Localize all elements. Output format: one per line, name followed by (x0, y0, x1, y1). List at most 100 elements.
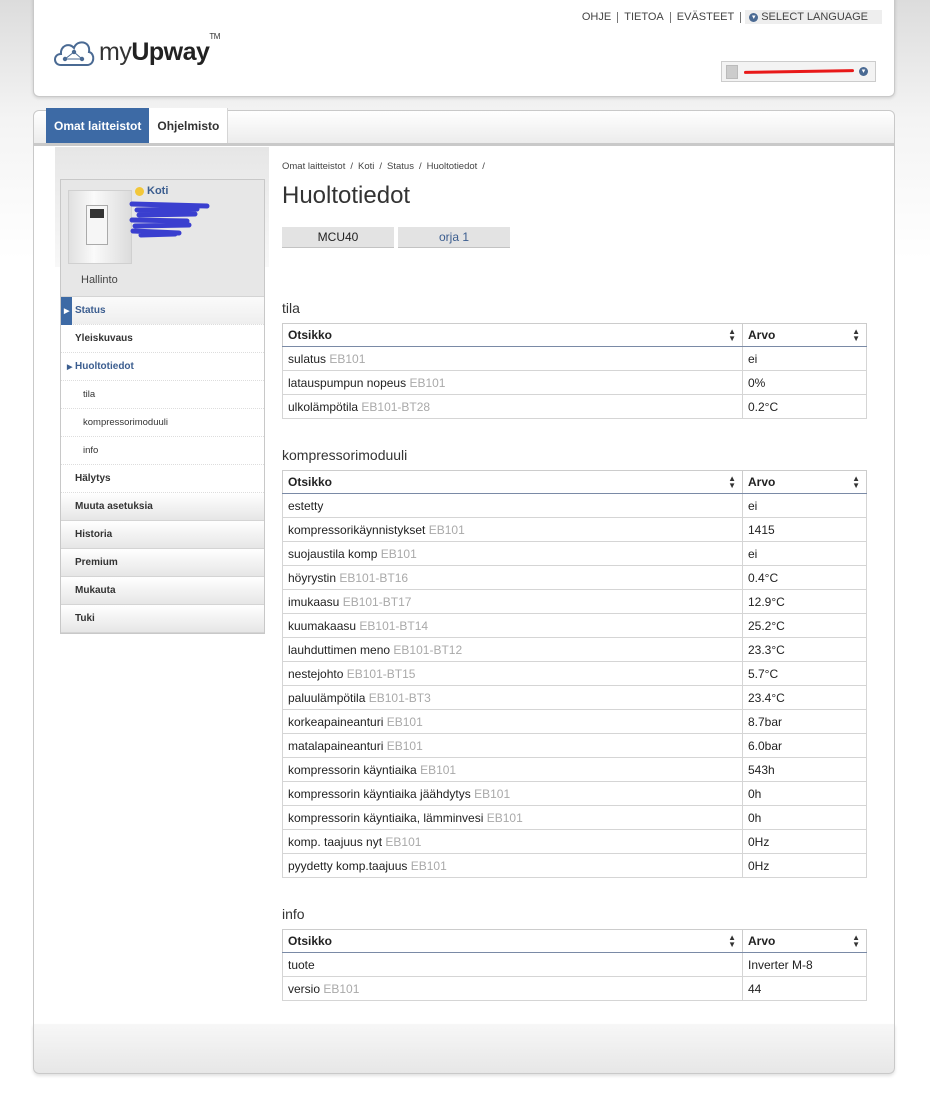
device-card[interactable]: Koti Hallinto (61, 180, 264, 297)
row-title-cell: komp. taajuus nyt EB101 (282, 829, 743, 854)
row-label: lauhduttimen meno (288, 642, 391, 657)
row-tag: EB101-BT17 (342, 594, 412, 609)
table-row: latauspumpun nopeus EB101 0% (282, 370, 867, 395)
tab-software[interactable]: Ohjelmisto (149, 108, 229, 143)
sidebar-item-tila[interactable]: tila (61, 381, 264, 409)
row-label: nestejohto (288, 666, 344, 681)
sidebar-item-service-info[interactable]: ▶ Huoltotiedot (61, 353, 264, 381)
help-link[interactable]: OHJE (576, 11, 619, 23)
table-row: kompressorin käyntiaika EB101 543h (282, 757, 867, 782)
breadcrumb-home[interactable]: Koti (358, 161, 374, 172)
footer (33, 1024, 895, 1074)
table-row: lauhduttimen meno EB101-BT12 23.3°C (282, 637, 867, 662)
row-label: pyydetty komp.taajuus (288, 858, 408, 873)
sidebar-item-support[interactable]: Tuki (61, 605, 264, 633)
row-title-cell: imukaasu EB101-BT17 (282, 589, 743, 614)
column-header-label: Otsikko (288, 328, 333, 342)
section-info: info Otsikko ▲ ▼ Arvo ▲ ▼ tuote Inverter M-8 v… (282, 906, 867, 1001)
row-label: imukaasu (288, 594, 340, 609)
breadcrumb-status[interactable]: Status (387, 161, 414, 172)
logo[interactable]: myUpwayTM (51, 32, 220, 69)
row-title-cell: nestejohto EB101-BT15 (282, 661, 743, 686)
breadcrumb-service-info[interactable]: Huoltotiedot (427, 161, 478, 172)
tab-bar: Omat laitteistot Ohjelmisto (34, 108, 894, 146)
column-header-label: Otsikko (288, 475, 333, 489)
row-tag: EB101 (380, 546, 417, 561)
section-title: tila (282, 300, 300, 316)
redaction-scribble (129, 201, 210, 238)
row-title-cell: latauspumpun nopeus EB101 (282, 370, 743, 395)
row-label: paluulämpötila (288, 690, 366, 705)
breadcrumb-separator: / (482, 161, 485, 172)
sidebar-item-compressor-module[interactable]: kompressorimoduuli (61, 409, 264, 437)
table-row: korkeapaineanturi EB101 8.7bar (282, 709, 867, 734)
column-header-label: Arvo (748, 475, 776, 489)
row-value-cell: 23.4°C (742, 685, 867, 710)
row-tag: EB101 (323, 981, 360, 996)
row-title-cell: höyrystin EB101-BT16 (282, 565, 743, 590)
sidebar-item-overview[interactable]: Yleiskuvaus (61, 325, 264, 353)
row-tag: EB101-BT12 (393, 642, 463, 657)
row-value-cell: 8.7bar (742, 709, 867, 734)
sidebar-item-history[interactable]: Historia (61, 521, 264, 549)
sidebar-item-label: Muuta asetuksia (75, 501, 153, 512)
column-header-title[interactable]: Otsikko ▲ ▼ (282, 470, 743, 494)
row-title-cell: pyydetty komp.taajuus EB101 (282, 853, 743, 878)
data-table: Otsikko ▲ ▼ Arvo ▲ ▼ sulatus EB101 ei latauspu… (282, 323, 867, 419)
column-header-title[interactable]: Otsikko ▲ ▼ (282, 323, 743, 347)
breadcrumb: Omat laitteistot / Koti / Status / Huolt… (282, 161, 867, 172)
sidebar-item-settings[interactable]: Muuta asetuksia (61, 493, 264, 521)
row-value-cell: 12.9°C (742, 589, 867, 614)
row-tag: EB101 (409, 375, 446, 390)
row-label: latauspumpun nopeus (288, 375, 407, 390)
row-label: suojaustila komp (288, 546, 378, 561)
device-management-label[interactable]: Hallinto (81, 274, 118, 286)
sidebar-item-info[interactable]: info (61, 437, 264, 465)
column-header-title[interactable]: Otsikko ▲ ▼ (282, 929, 743, 953)
tab-mcu40[interactable]: MCU40 (282, 227, 394, 248)
row-label: ulkolämpötila (288, 399, 359, 414)
section-tila: tila Otsikko ▲ ▼ Arvo ▲ ▼ sulatus EB101 ei lat… (282, 300, 867, 419)
logo-text: myUpwayTM (99, 32, 220, 67)
tab-my-systems[interactable]: Omat laitteistot (46, 108, 150, 143)
breadcrumb-my-systems[interactable]: Omat laitteistot (282, 161, 345, 172)
row-value-cell: 6.0bar (742, 733, 867, 758)
column-header-value[interactable]: Arvo ▲ ▼ (742, 323, 867, 347)
sidebar-item-customize[interactable]: Mukauta (61, 577, 264, 605)
sidebar-item-label: Tuki (75, 613, 95, 624)
chevron-down-icon: ▾ (859, 67, 868, 76)
row-label: sulatus (288, 351, 327, 366)
about-link[interactable]: TIETOA (618, 11, 671, 23)
column-header-label: Otsikko (288, 934, 333, 948)
row-title-cell: korkeapaineanturi EB101 (282, 709, 743, 734)
row-tag: EB101 (486, 810, 523, 825)
sidebar-item-status[interactable]: ▶ Status (61, 297, 264, 325)
row-title-cell: estetty (282, 493, 743, 518)
table-row: kuumakaasu EB101-BT14 25.2°C (282, 613, 867, 638)
language-selector[interactable]: ▾ SELECT LANGUAGE (745, 10, 882, 24)
device-control-panel (86, 205, 108, 245)
sort-icon: ▲ ▼ (852, 327, 860, 343)
sidebar-item-premium[interactable]: Premium (61, 549, 264, 577)
sidebar-item-alarm[interactable]: Hälytys (61, 465, 264, 493)
column-header-value[interactable]: Arvo ▲ ▼ (742, 470, 867, 494)
row-tag: EB101-BT14 (359, 618, 429, 633)
table-row: matalapaineanturi EB101 6.0bar (282, 733, 867, 758)
row-label: versio (288, 981, 321, 996)
tab-slave-1[interactable]: orja 1 (398, 227, 510, 248)
row-title-cell: matalapaineanturi EB101 (282, 733, 743, 758)
table-row: ulkolämpötila EB101-BT28 0.2°C (282, 394, 867, 419)
sidebar-item-label: Premium (75, 557, 118, 568)
table-row: kompressorin käyntiaika, lämminvesi EB10… (282, 805, 867, 830)
user-menu[interactable]: ▾ (721, 61, 876, 82)
cookies-link[interactable]: EVÄSTEET (671, 11, 742, 23)
sidebar-item-label: Huoltotiedot (75, 361, 134, 372)
cloud-logo-icon (54, 41, 95, 66)
sidebar-item-label: Yleiskuvaus (75, 333, 133, 344)
column-header-value[interactable]: Arvo ▲ ▼ (742, 929, 867, 953)
table-row: nestejohto EB101-BT15 5.7°C (282, 661, 867, 686)
row-title-cell: sulatus EB101 (282, 346, 743, 371)
device-name[interactable]: Koti (135, 185, 168, 197)
logo-tm: TM (209, 31, 220, 41)
row-value-cell: 0h (742, 781, 867, 806)
